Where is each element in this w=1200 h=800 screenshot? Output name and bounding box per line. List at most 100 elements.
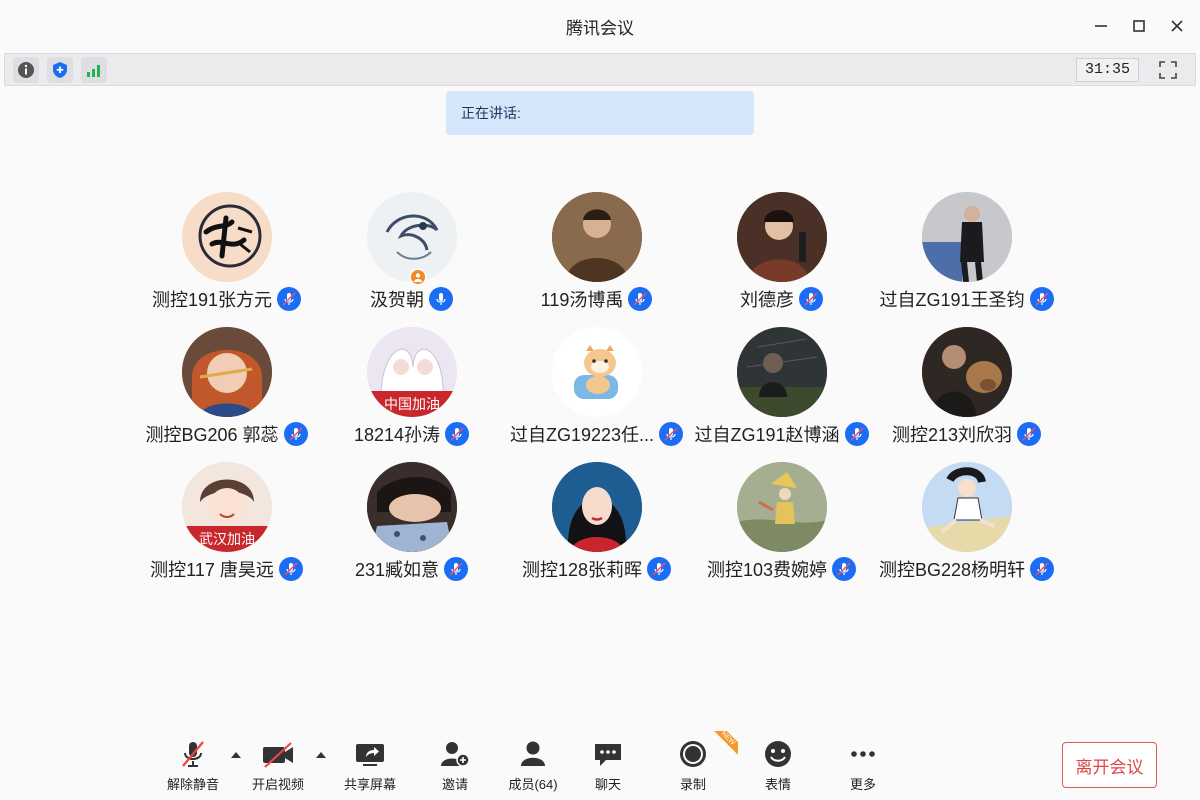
meeting-info-button[interactable] [13, 56, 39, 83]
avatar [551, 462, 642, 552]
minimize-button[interactable] [1082, 7, 1120, 45]
participant-tile[interactable]: 测控BG228杨明轩 [874, 462, 1059, 587]
participant-tile[interactable]: 测控BG206 郭蕊 [134, 327, 319, 452]
caret-up-icon [316, 752, 326, 758]
video-options-caret[interactable] [314, 748, 328, 762]
audio-options-caret[interactable] [229, 748, 243, 762]
shield-icon [53, 61, 67, 78]
participant-tile[interactable]: 119汤博禹 [504, 192, 689, 317]
maximize-icon [1133, 20, 1145, 32]
unmute-button[interactable]: 解除静音 [158, 730, 228, 796]
reactions-button[interactable]: 表情 [743, 730, 813, 796]
minimize-icon [1095, 25, 1107, 27]
title-bar: 腾讯会议 [0, 0, 1200, 52]
anime-girl-avatar-icon [551, 462, 642, 552]
participant-tile[interactable]: 中国加油 18214孙涛 [319, 327, 504, 452]
participant-tile[interactable]: 过自ZG191王圣钧 [874, 192, 1059, 317]
camera-off-icon [261, 736, 295, 772]
participant-tile[interactable]: 汲贺朝 [319, 192, 504, 317]
mic-muted-icon [445, 422, 470, 446]
participant-tile[interactable]: 刘德彦 [689, 192, 874, 317]
avatar [921, 462, 1012, 552]
participant-name: 刘德彦 [740, 290, 794, 310]
network-status-button[interactable] [81, 56, 107, 83]
person-avatar-icon [181, 327, 272, 417]
participant-name: 测控117 唐昊远 [150, 560, 274, 580]
participant-name: 119汤博禹 [540, 290, 624, 310]
participant-name: 过自ZG191王圣钧 [879, 290, 1025, 310]
mic-muted-icon [178, 736, 208, 772]
participant-name: 测控128张莉晖 [521, 560, 643, 580]
participant-tile[interactable]: 测控128张莉晖 [504, 462, 689, 587]
unmute-label: 解除静音 [166, 777, 219, 792]
avatar [181, 192, 272, 282]
person-avatar-icon [921, 192, 1012, 282]
participant-name: 测控BG228杨明轩 [878, 560, 1026, 580]
mic-muted-icon [277, 287, 302, 311]
calligraphy-avatar-icon [181, 192, 272, 282]
participant-name: 测控191张方元 [151, 290, 273, 310]
security-button[interactable] [47, 56, 73, 83]
share-screen-label: 共享屏幕 [343, 777, 396, 792]
caret-up-icon [231, 752, 241, 758]
maximize-button[interactable] [1120, 7, 1158, 45]
add-user-icon [439, 736, 471, 772]
person-avatar-icon [551, 192, 642, 282]
mic-muted-icon [444, 557, 469, 581]
participant-name: 过自ZG19223任... [509, 425, 655, 445]
members-label: 成员(64) [508, 777, 558, 792]
avatar [736, 462, 827, 552]
info-icon [18, 61, 34, 78]
avatar [181, 327, 272, 417]
speaking-label: 正在讲话: [461, 105, 521, 121]
avatar [736, 327, 827, 417]
new-badge-text: NEW [712, 731, 738, 757]
avatar [921, 192, 1012, 282]
mic-muted-icon [1029, 287, 1054, 311]
participant-name: 18214孙涛 [353, 425, 441, 445]
avatar [921, 327, 1012, 417]
avatar [366, 192, 457, 282]
participant-name: 测控103费婉婷 [706, 560, 828, 580]
avatar: 中国加油 [366, 327, 457, 417]
mic-muted-icon [799, 287, 823, 311]
participant-tile[interactable]: 过自ZG19223任... [504, 327, 689, 452]
participant-name: 测控BG206 郭蕊 [145, 425, 279, 445]
avatar-overlay-text: 中国加油 [384, 397, 440, 413]
cartoon-dog-avatar-icon [551, 327, 642, 417]
participant-tile[interactable]: 过自ZG191赵博涵 [689, 327, 874, 452]
more-icon [847, 736, 879, 772]
record-icon [677, 736, 709, 772]
avatar [551, 192, 642, 282]
share-screen-button[interactable]: 共享屏幕 [335, 730, 405, 796]
participant-name: 测控213刘欣羽 [891, 425, 1013, 445]
start-video-label: 开启视频 [251, 777, 304, 792]
members-button[interactable]: 成员(64) [498, 730, 568, 796]
painting-avatar-icon [736, 462, 827, 552]
chat-label: 聊天 [594, 777, 621, 792]
close-button[interactable] [1158, 7, 1196, 45]
meeting-info-bar: 31:35 [4, 53, 1196, 86]
invite-button[interactable]: 邀请 [420, 730, 490, 796]
participant-tile[interactable]: 测控191张方元 [134, 192, 319, 317]
participant-tile[interactable]: 测控103费婉婷 [689, 462, 874, 587]
avatar [366, 462, 457, 552]
close-icon [1171, 20, 1183, 32]
leave-meeting-button[interactable]: 离开会议 [1062, 742, 1157, 788]
participant-tile[interactable]: 武汉加油 测控117 唐昊远 [134, 462, 319, 587]
fullscreen-button[interactable] [1155, 57, 1181, 83]
mic-active-icon [429, 287, 453, 311]
start-video-button[interactable]: 开启视频 [243, 730, 313, 796]
meeting-toolbar: 解除静音 开启视频 共享屏幕 邀请 成员(64) 聊天 录制 表情 更多 [0, 730, 1200, 800]
speaking-indicator: 正在讲话: [446, 91, 754, 135]
mic-muted-icon [1030, 557, 1055, 581]
chat-icon [592, 736, 624, 772]
smile-icon [762, 736, 794, 772]
chat-button[interactable]: 聊天 [573, 730, 643, 796]
more-button[interactable]: 更多 [828, 730, 898, 796]
more-label: 更多 [849, 777, 876, 792]
participant-tile[interactable]: 231臧如意 [319, 462, 504, 587]
mic-muted-icon [278, 557, 303, 581]
anime-avatar-icon: 中国加油 [366, 327, 457, 417]
participant-tile[interactable]: 测控213刘欣羽 [874, 327, 1059, 452]
